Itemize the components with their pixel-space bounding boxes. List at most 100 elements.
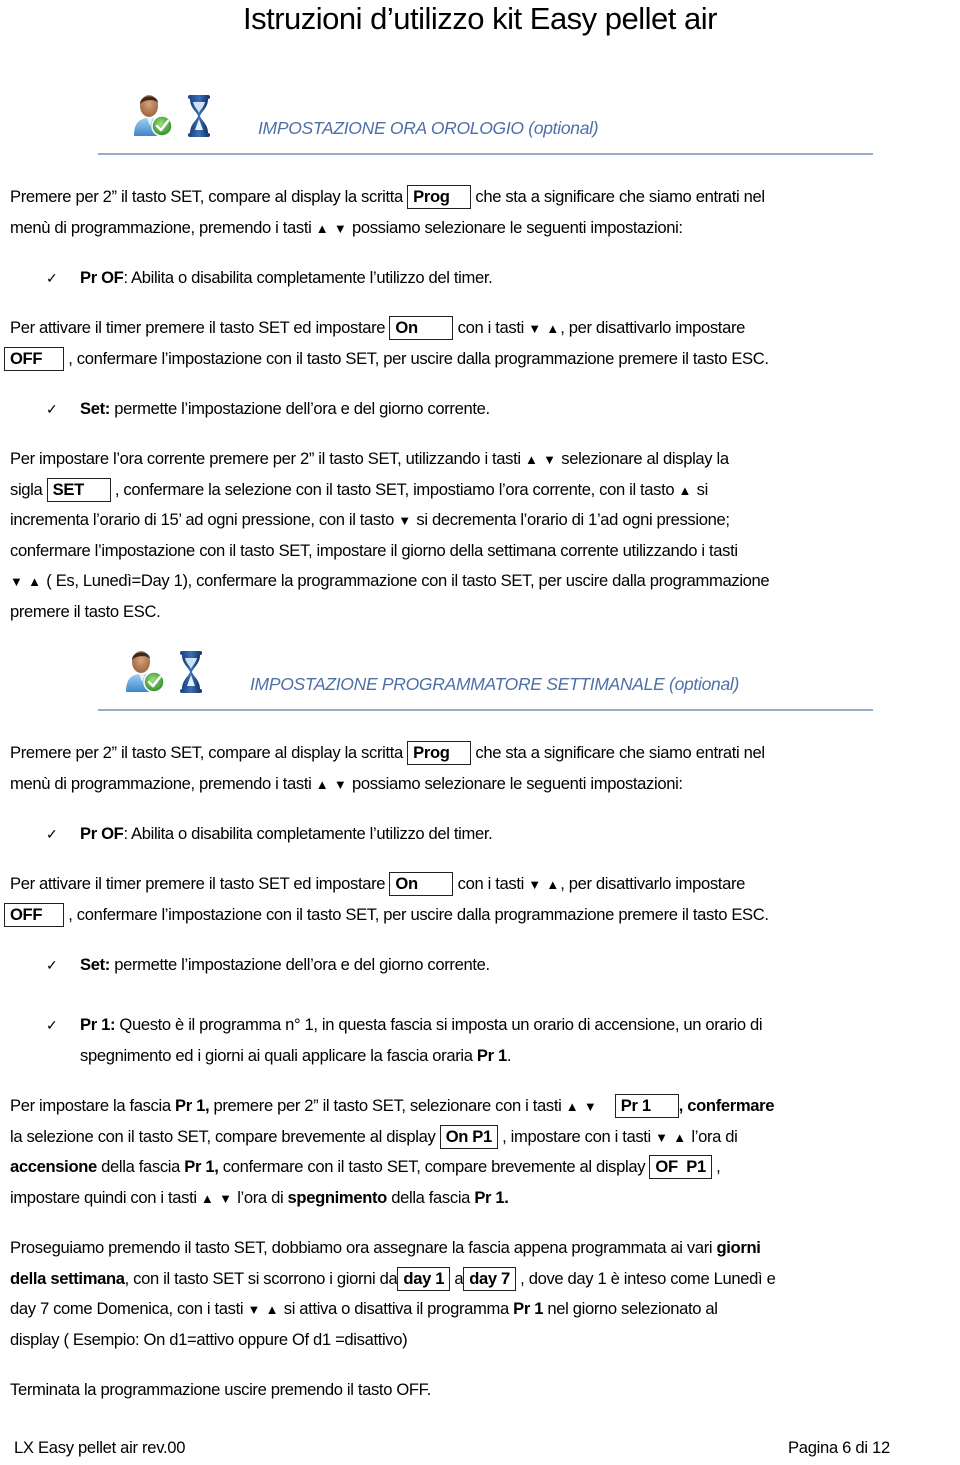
text: a — [450, 1268, 464, 1288]
text: , confermare l’impostazione con il tasto… — [68, 348, 769, 368]
section-header-clock: IMPOSTAZIONE ORA OROLOGIO (optional) — [0, 88, 960, 158]
user-check-icon — [128, 90, 176, 143]
text: che sta a significare che siamo entrati … — [471, 743, 765, 762]
text: , con il tasto SET si scorrono i giorni … — [124, 1268, 398, 1288]
up-arrow-icon: ▲ — [28, 574, 43, 589]
section-heading: IMPOSTAZIONE PROGRAMMATORE SETTIMANALE (… — [250, 674, 739, 694]
display-box-set: SET — [46, 477, 111, 502]
text: nel giorno selezionato al — [543, 1299, 718, 1318]
text: selezionare al display la — [557, 449, 729, 468]
text: menù di programmazione, premendo i tasti — [10, 773, 316, 793]
text: , confermare la selezione con il tasto S… — [110, 479, 679, 499]
up-arrow-icon: ▲ — [525, 452, 539, 467]
text: , dove day 1 è inteso come Lunedì e — [515, 1268, 776, 1288]
text: , per disattivarlo impostare — [560, 318, 745, 337]
text-bold: giorni — [716, 1238, 761, 1257]
heading-rule — [98, 709, 873, 711]
check-icon: ✓ — [46, 270, 58, 286]
text: possiamo selezionare le seguenti imposta… — [347, 217, 683, 237]
text: spegnimento ed i giorni ai quali applica… — [80, 1045, 477, 1065]
down-arrow-icon: ▼ — [398, 513, 413, 528]
bullet-label: Pr 1: — [80, 1015, 116, 1034]
bullet-pr-of: ✓ Pr OF: Abilita o disabilita completamen… — [46, 263, 493, 294]
bullet-label: Pr OF — [80, 268, 124, 287]
text: Per impostare l’ora corrente premere per… — [10, 449, 525, 468]
text: : Abilita o disabilita completamente l’u… — [123, 824, 493, 843]
down-arrow-icon: ▼ — [528, 321, 543, 336]
text: premere per 2” il tasto SET, selezionare… — [209, 1096, 566, 1115]
section-heading: IMPOSTAZIONE ORA OROLOGIO (optional) — [258, 118, 599, 138]
text: , — [711, 1157, 721, 1176]
display-box-on: On — [389, 872, 454, 896]
display-box-day1: day 1 — [397, 1266, 451, 1291]
heading-rule — [98, 153, 873, 155]
down-arrow-icon: ▼ — [583, 1099, 598, 1114]
bullet-pr1: ✓ Pr 1: Questo è il programma n° 1, in qu… — [46, 1010, 763, 1071]
up-arrow-icon: ▲ — [565, 1099, 580, 1114]
text: incrementa l’orario di 15’ ad ogni press… — [10, 510, 399, 529]
down-arrow-icon: ▼ — [528, 877, 543, 892]
text: . — [506, 1045, 512, 1065]
document-title: Istruzioni d’utilizzo kit Easy pellet ai… — [243, 1, 717, 36]
text-bold: spegnimento — [287, 1187, 388, 1207]
footer-doc-revision: LX Easy pellet air rev.00 — [14, 1438, 186, 1457]
user-check-icon — [120, 646, 168, 699]
text: permette l’impostazione dell’ora e del g… — [109, 399, 490, 418]
text: Questo è il programma n° 1, in questa fa… — [115, 1015, 763, 1034]
up-arrow-icon: ▲ — [200, 1190, 215, 1206]
up-arrow-icon: ▲ — [315, 776, 330, 792]
bullet-pr-of: ✓ Pr OF: Abilita o disabilita completamen… — [46, 819, 493, 850]
text: , impostare con i tasti — [497, 1126, 656, 1146]
bullet-set: ✓ Set: permette l’impostazione dell’ora e… — [46, 950, 490, 981]
text-bold: Pr 1 — [476, 1045, 507, 1065]
paragraph-days: Proseguiamo premendo il tasto SET, dobbi… — [10, 1233, 960, 1355]
text: si — [692, 479, 709, 499]
text: Per attivare il timer premere il tasto S… — [10, 874, 390, 893]
down-arrow-icon: ▼ — [247, 1302, 262, 1317]
text: della fascia — [96, 1157, 185, 1176]
up-arrow-icon: ▲ — [315, 220, 330, 236]
text: confermare con il tasto SET, compare bre… — [218, 1157, 650, 1176]
display-box-off: OFF — [4, 346, 64, 371]
paragraph-activate: Per attivare il timer premere il tasto S… — [4, 313, 960, 374]
text: con i tasti — [453, 318, 529, 337]
text: l’ora di — [687, 1126, 738, 1146]
text: che sta a significare che siamo entrati … — [471, 187, 765, 206]
text-bold: Pr 1, — [174, 1096, 210, 1115]
text-bold: Pr 1. — [474, 1187, 509, 1207]
text-bold: accensione — [10, 1157, 97, 1176]
display-box-off: OFF — [4, 902, 64, 927]
down-arrow-icon: ▼ — [333, 776, 348, 792]
down-arrow-icon: ▼ — [543, 452, 558, 467]
text: Proseguiamo premendo il tasto SET, dobbi… — [10, 1238, 717, 1257]
text: della fascia — [386, 1187, 475, 1207]
display-box-on-p1: On P1 — [439, 1124, 498, 1149]
text-bold: Pr 1 — [513, 1299, 544, 1318]
text: permette l’impostazione dell’ora e del g… — [109, 955, 490, 974]
display-box-of-p1: OF P1 — [649, 1155, 712, 1179]
up-arrow-icon: ▲ — [546, 321, 561, 336]
hourglass-icon — [186, 94, 212, 143]
display-box-prog: Prog — [407, 741, 472, 765]
check-icon: ✓ — [46, 1017, 58, 1033]
bullet-set: ✓ Set: permette l’impostazione dell’ora e… — [46, 394, 490, 425]
display-box-prog: Prog — [407, 185, 472, 209]
footer-page-number: Pagina 6 di 12 — [788, 1438, 890, 1457]
text: confermare l’impostazione con il tasto S… — [10, 540, 738, 560]
text: Per attivare il timer premere il tasto S… — [10, 318, 390, 337]
display-box-day7: day 7 — [463, 1266, 516, 1291]
text: impostare quindi con i tasti — [10, 1187, 201, 1207]
up-arrow-icon: ▲ — [678, 482, 693, 498]
bullet-label: Pr OF — [80, 824, 124, 843]
check-icon: ✓ — [46, 401, 58, 417]
paragraph-set-hour: Per impostare l’ora corrente premere per… — [10, 444, 960, 627]
hourglass-icon — [178, 650, 204, 699]
text: Premere per 2” il tasto SET, compare al … — [10, 187, 408, 206]
up-arrow-icon: ▲ — [265, 1302, 280, 1317]
check-icon: ✓ — [46, 957, 58, 973]
down-arrow-icon: ▼ — [10, 574, 24, 589]
paragraph-intro: Premere per 2” il tasto SET, compare al … — [10, 738, 960, 799]
text-bold: Pr 1, — [184, 1157, 219, 1176]
down-arrow-icon: ▼ — [655, 1129, 670, 1145]
text: premere il tasto ESC. — [10, 601, 161, 621]
